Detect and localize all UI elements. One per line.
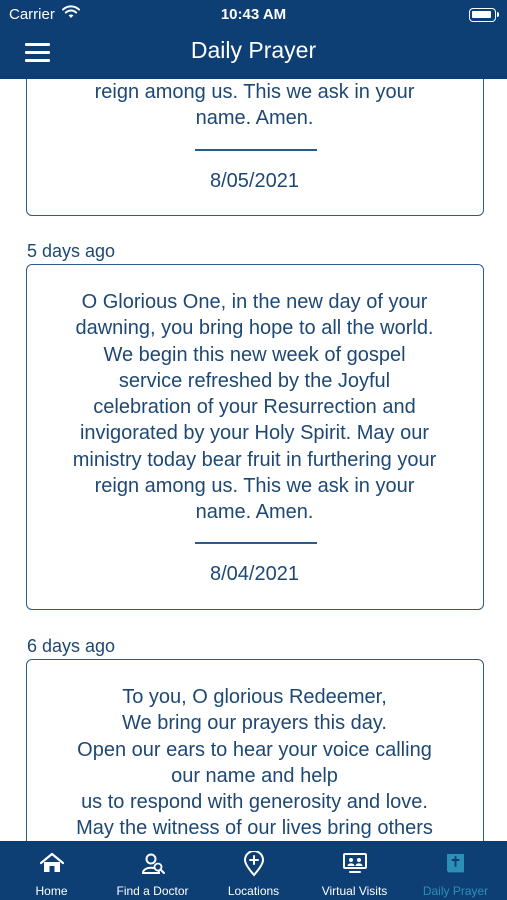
- tab-label: Virtual Visits: [321, 884, 388, 898]
- tab-label: Find a Doctor: [116, 884, 189, 898]
- find-doctor-icon: [102, 851, 203, 877]
- app-header: Carrier 10:43 AM Daily Prayer: [0, 0, 507, 79]
- relative-date: 6 days ago: [27, 636, 116, 656]
- home-icon: [1, 851, 102, 877]
- prayer-book-icon: [405, 851, 506, 877]
- tab-bar: Home Find a Doctor Locations Virtual Vis…: [0, 841, 507, 900]
- divider: [195, 149, 317, 151]
- tab-label: Home: [35, 884, 68, 898]
- prayer-text: To you, O glorious Redeemer, We bring ou…: [76, 686, 433, 840]
- tab-locations[interactable]: Locations: [203, 841, 304, 900]
- status-bar: Carrier 10:43 AM: [0, 4, 507, 26]
- tab-label: Daily Prayer: [422, 884, 489, 898]
- prayer-card: O Glorious One, in the new day of your d…: [26, 264, 484, 610]
- page-title: Daily Prayer: [190, 37, 317, 63]
- virtual-visits-icon: [304, 851, 405, 877]
- tab-home[interactable]: Home: [1, 841, 102, 900]
- status-time: 10:43 AM: [220, 6, 287, 23]
- divider: [195, 542, 317, 544]
- battery-icon: [469, 8, 499, 22]
- relative-date: 5 days ago: [27, 241, 116, 261]
- prayer-feed[interactable]: reign among us. This we ask in your name…: [0, 79, 507, 841]
- prayer-date: 8/04/2021: [210, 563, 299, 585]
- prayer-card: To you, O glorious Redeemer, We bring ou…: [26, 659, 484, 841]
- prayer-date: 8/05/2021: [210, 170, 299, 192]
- tab-find-a-doctor[interactable]: Find a Doctor: [102, 841, 203, 900]
- tab-daily-prayer[interactable]: Daily Prayer: [405, 841, 506, 900]
- prayer-text: reign among us. This we ask in your name…: [94, 81, 415, 130]
- prayer-card: reign among us. This we ask in your name…: [26, 79, 484, 216]
- tab-virtual-visits[interactable]: Virtual Visits: [304, 841, 405, 900]
- location-pin-icon: [203, 851, 304, 877]
- prayer-text: O Glorious One, in the new day of your d…: [72, 291, 437, 524]
- tab-label: Locations: [227, 884, 280, 898]
